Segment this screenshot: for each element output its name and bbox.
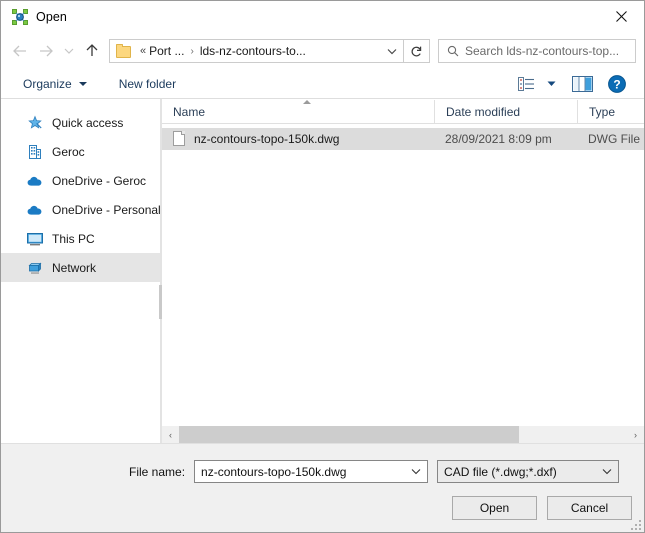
preview-pane-icon[interactable] xyxy=(562,72,602,96)
resize-grip[interactable] xyxy=(629,518,641,530)
filename-row: File name: nz-contours-topo-150k.dwg CAD… xyxy=(129,460,620,483)
search-placeholder: Search lds-nz-contours-top... xyxy=(465,44,620,58)
organize-button[interactable]: Organize xyxy=(19,72,91,96)
sidebar-item-network[interactable]: Network xyxy=(1,253,160,282)
search-icon xyxy=(447,45,459,57)
sidebar-item-onedrive-geroc[interactable]: OneDrive - Geroc xyxy=(1,166,160,195)
open-file-dialog: Open « Port ... › lds-nz-contours-to... … xyxy=(0,0,645,533)
column-header-date-modified[interactable]: Date modified xyxy=(434,100,577,123)
file-type-cell: DWG File xyxy=(588,132,640,146)
toolbar-right-group: ? xyxy=(512,72,644,96)
file-name-cell: nz-contours-topo-150k.dwg xyxy=(162,131,434,147)
sidebar-item-quick-access[interactable]: Quick access xyxy=(1,108,160,137)
new-folder-button[interactable]: New folder xyxy=(115,72,180,96)
sidebar-item-this-pc[interactable]: This PC xyxy=(1,224,160,253)
recent-locations-button[interactable] xyxy=(59,38,79,64)
breadcrumb-item-1[interactable]: lds-nz-contours-to... xyxy=(200,44,306,58)
sidebar-item-label: Network xyxy=(52,260,97,275)
toolbar: Organize New folder ? xyxy=(1,69,644,99)
breadcrumb-separator: › xyxy=(190,45,194,57)
file-list-header: Name Date modified Type xyxy=(162,99,644,124)
column-header-label: Date modified xyxy=(446,104,521,119)
sidebar-item-onedrive-personal[interactable]: OneDrive - Personal xyxy=(1,195,160,224)
file-name-label: File name: xyxy=(129,464,186,479)
view-dropdown-button[interactable] xyxy=(540,72,562,96)
network-icon xyxy=(27,260,43,276)
help-icon[interactable]: ? xyxy=(602,72,632,96)
address-bar[interactable]: « Port ... › lds-nz-contours-to... xyxy=(109,39,404,63)
breadcrumb-item-0[interactable]: Port ... xyxy=(149,44,184,58)
action-buttons: Open Cancel xyxy=(452,496,632,520)
cancel-button[interactable]: Cancel xyxy=(547,496,632,520)
navigation-sidebar: Quick access Geroc OneDrive - Geroc OneD… xyxy=(1,99,160,443)
column-header-label: Type xyxy=(589,104,616,119)
title-bar: Open xyxy=(1,1,644,33)
table-row[interactable]: nz-contours-topo-150k.dwg 28/09/2021 8:0… xyxy=(162,128,644,150)
file-type-value: CAD file (*.dwg;*.dxf) xyxy=(444,464,557,479)
node-hub-icon xyxy=(12,9,28,25)
svg-text:?: ? xyxy=(613,77,620,91)
sidebar-item-label: OneDrive - Geroc xyxy=(52,173,147,188)
file-name-value: nz-contours-topo-150k.dwg xyxy=(201,464,347,479)
organize-label: Organize xyxy=(23,76,72,91)
scroll-left-button[interactable]: ‹ xyxy=(162,426,179,443)
chevron-down-icon[interactable] xyxy=(596,468,618,475)
scrollbar-thumb[interactable] xyxy=(179,426,520,443)
folder-icon xyxy=(116,44,132,58)
scrollbar-track[interactable] xyxy=(179,426,627,443)
forward-button[interactable] xyxy=(33,38,59,64)
file-name-text: nz-contours-topo-150k.dwg xyxy=(194,132,340,146)
search-input[interactable]: Search lds-nz-contours-top... xyxy=(438,39,636,63)
sidebar-item-label: OneDrive - Personal xyxy=(52,202,160,217)
column-header-name[interactable]: Name xyxy=(162,100,434,123)
cloud-icon xyxy=(27,173,43,189)
cloud-icon xyxy=(27,202,43,218)
chevron-down-icon[interactable] xyxy=(405,468,427,475)
close-button[interactable] xyxy=(598,1,644,32)
window-title: Open xyxy=(36,10,67,24)
file-date-cell: 28/09/2021 8:09 pm xyxy=(445,132,552,146)
file-list-pane: Name Date modified Type nz-contours-topo… xyxy=(162,99,644,443)
dialog-body: Quick access Geroc OneDrive - Geroc OneD… xyxy=(1,99,644,443)
breadcrumb-overflow[interactable]: « xyxy=(137,45,149,57)
dialog-footer: File name: nz-contours-topo-150k.dwg CAD… xyxy=(1,443,644,532)
sidebar-item-label: Geroc xyxy=(52,144,85,159)
star-pin-icon xyxy=(27,115,43,131)
new-folder-label: New folder xyxy=(118,76,177,91)
sidebar-item-label: This PC xyxy=(52,231,95,246)
monitor-icon xyxy=(27,231,43,247)
up-button[interactable] xyxy=(79,38,105,64)
refresh-button[interactable] xyxy=(404,39,430,63)
chevron-down-icon[interactable] xyxy=(381,40,403,62)
chevron-down-icon xyxy=(78,81,87,86)
sidebar-item-geroc[interactable]: Geroc xyxy=(1,137,160,166)
file-name-input[interactable]: nz-contours-topo-150k.dwg xyxy=(194,460,429,483)
file-list-body[interactable]: nz-contours-topo-150k.dwg 28/09/2021 8:0… xyxy=(162,124,644,425)
document-icon xyxy=(173,131,186,147)
column-header-label: Name xyxy=(173,104,206,119)
open-button[interactable]: Open xyxy=(452,496,537,520)
file-type-select[interactable]: CAD file (*.dwg;*.dxf) xyxy=(437,460,620,483)
sidebar-item-label: Quick access xyxy=(52,115,124,130)
column-header-type[interactable]: Type xyxy=(577,100,644,123)
list-view-icon[interactable] xyxy=(512,72,540,96)
scroll-right-button[interactable]: › xyxy=(627,426,644,443)
back-button[interactable] xyxy=(7,38,33,64)
office-building-icon xyxy=(27,144,43,160)
horizontal-scrollbar[interactable]: ‹ › xyxy=(162,425,644,443)
navigation-bar: « Port ... › lds-nz-contours-to... Searc… xyxy=(1,33,644,69)
